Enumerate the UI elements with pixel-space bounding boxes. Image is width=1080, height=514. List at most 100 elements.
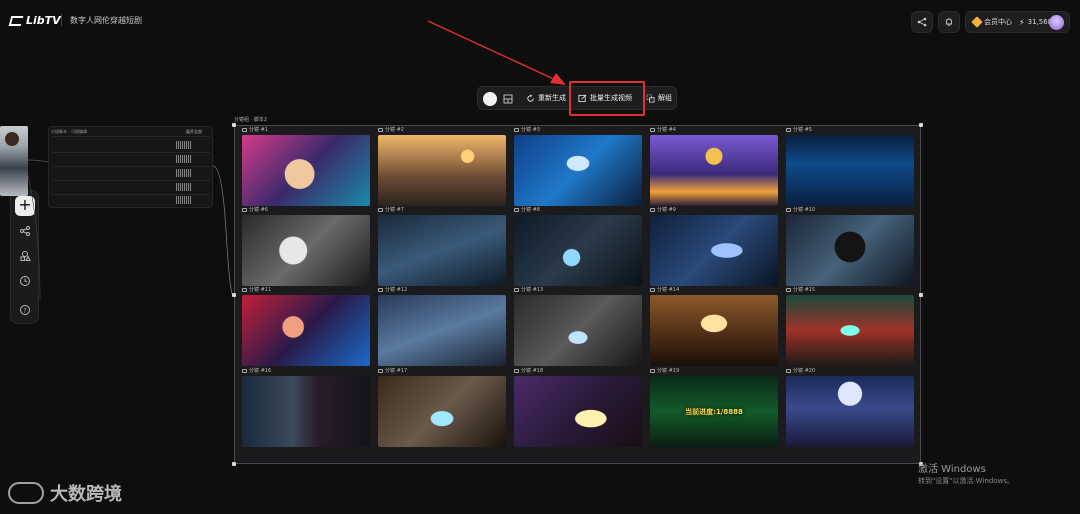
image-icon [378, 287, 383, 292]
storyboard-cell-title: 分镜 #15 [793, 287, 816, 293]
ungroup-icon [646, 94, 655, 102]
image-icon [378, 207, 383, 212]
storyboard-cell-image[interactable] [514, 135, 642, 206]
annotation-arrow-icon [427, 20, 566, 85]
svg-text:?: ? [23, 307, 26, 314]
image-icon [650, 368, 655, 373]
storyboard-cell-image[interactable] [786, 376, 914, 447]
storyboard-cell-image[interactable] [786, 135, 914, 206]
storyboard-cell-label: 分镜 #9 [650, 206, 676, 213]
credits-bolt-icon: ⚡ [1019, 17, 1025, 27]
storyboard-cell-image[interactable] [242, 135, 370, 206]
help-icon[interactable]: ? [19, 304, 31, 316]
image-icon [378, 368, 383, 373]
watermark-logo-icon [8, 482, 44, 504]
storyboard-cell-image[interactable] [514, 376, 642, 447]
storyboard-cell-image[interactable] [514, 295, 642, 366]
image-icon [242, 368, 247, 373]
image-icon [378, 127, 383, 132]
storyboard-cell-label: 分镜 #14 [650, 286, 679, 293]
storyboard-cell-title: 分镜 #20 [793, 368, 816, 374]
history-icon[interactable] [19, 275, 31, 287]
left-tool-sidebar: + ? [10, 190, 39, 324]
storyboard-cell-image[interactable] [786, 215, 914, 286]
image-icon [786, 368, 791, 373]
resize-handle[interactable] [919, 293, 923, 297]
resize-handle[interactable] [919, 123, 923, 127]
storyboard-cell-label: 分镜 #8 [514, 206, 540, 213]
storyboard-cell-title: 分镜 #10 [793, 207, 816, 213]
storyboard-cell-title: 分镜 #19 [657, 368, 680, 374]
storyboard-cell-title: 分镜 #13 [521, 287, 544, 293]
image-icon [650, 127, 655, 132]
storyboard-cell-image[interactable] [514, 215, 642, 286]
storyboard-cell-title: 分镜 #6 [249, 207, 268, 213]
user-avatar[interactable] [1049, 15, 1064, 30]
logo-mark-icon [8, 15, 24, 26]
table-row-thumbnail [176, 183, 192, 191]
storyboard-cell-label: 分镜 #3 [514, 126, 540, 133]
storyboard-cell-image[interactable] [650, 295, 778, 366]
storyboard-cell-image[interactable] [650, 215, 778, 286]
regenerate-button[interactable]: 重新生成 [526, 93, 566, 103]
table-row-thumbnail [176, 196, 192, 204]
project-title[interactable]: 数字人网伦穿越短剧 [70, 15, 142, 26]
storyboard-cell-title: 分镜 #1 [249, 127, 268, 133]
table-divider [52, 152, 210, 153]
storyboard-cell-label: 分镜 #13 [514, 286, 543, 293]
storyboard-cell-image[interactable] [242, 295, 370, 366]
storyboard-cell-image[interactable] [786, 295, 914, 366]
storyboard-cell-title: 分镜 #5 [793, 127, 812, 133]
storyboard-cell-image[interactable] [378, 376, 506, 447]
storyboard-cell-label: 分镜 #15 [786, 286, 815, 293]
storyboard-cell-image[interactable] [650, 135, 778, 206]
color-swatch-button[interactable] [483, 92, 497, 106]
workflow-icon[interactable] [19, 225, 31, 237]
storyboard-cell-title: 分镜 #2 [385, 127, 404, 133]
highlight-box [569, 81, 645, 116]
storyboard-cell-label: 分镜 #5 [786, 126, 812, 133]
ungroup-label: 解组 [658, 94, 672, 102]
refresh-icon [527, 93, 534, 102]
storyboard-cell-label: 分镜 #4 [650, 126, 676, 133]
table-expand-button[interactable]: 展开全部 [186, 129, 202, 135]
resize-handle[interactable] [232, 293, 236, 297]
table-row-thumbnail [176, 155, 192, 163]
image-icon [786, 127, 791, 132]
table-node-title: 分镜脚本 - 可视编辑 [51, 129, 87, 134]
image-icon [650, 207, 655, 212]
storyboard-cell-image[interactable] [378, 295, 506, 366]
table-divider [52, 194, 210, 195]
vip-diamond-icon [971, 16, 983, 28]
storyboard-cell-image[interactable] [242, 376, 370, 447]
share-button[interactable] [911, 11, 933, 33]
character-image-node[interactable] [0, 126, 28, 196]
regenerate-label: 重新生成 [538, 94, 566, 102]
app-logo[interactable]: LibTV [8, 14, 61, 27]
storyboard-cell-label: 分镜 #7 [378, 206, 404, 213]
image-icon [786, 287, 791, 292]
image-icon [242, 127, 247, 132]
storyboard-cell-image[interactable]: 当前进度:1/8888 [650, 376, 778, 447]
table-divider [52, 166, 210, 167]
progress-text: 当前进度:1/8888 [685, 407, 743, 416]
notification-button[interactable] [938, 11, 960, 33]
image-icon [514, 127, 519, 132]
storyboard-cell-title: 分镜 #12 [385, 287, 408, 293]
storyboard-cell-label: 分镜 #10 [786, 206, 815, 213]
storyboard-group-label: 分镜组 · 脚本2 [234, 117, 267, 123]
table-row-thumbnail [176, 141, 192, 149]
storyboard-cell-image[interactable] [378, 215, 506, 286]
assets-icon[interactable] [19, 250, 31, 262]
add-node-button[interactable]: + [15, 196, 35, 216]
storyboard-cell-title: 分镜 #11 [249, 287, 272, 293]
layout-icon[interactable] [503, 94, 513, 104]
storyboard-cell-label: 分镜 #16 [242, 367, 271, 374]
member-center-button[interactable]: 会员中心 ⚡ 31,568 [965, 11, 1070, 33]
storyboard-cell-label: 分镜 #12 [378, 286, 407, 293]
ungroup-button[interactable]: 解组 [646, 93, 672, 103]
resize-handle[interactable] [232, 123, 236, 127]
resize-handle[interactable] [232, 462, 236, 466]
storyboard-cell-image[interactable] [242, 215, 370, 286]
storyboard-cell-image[interactable] [378, 135, 506, 206]
